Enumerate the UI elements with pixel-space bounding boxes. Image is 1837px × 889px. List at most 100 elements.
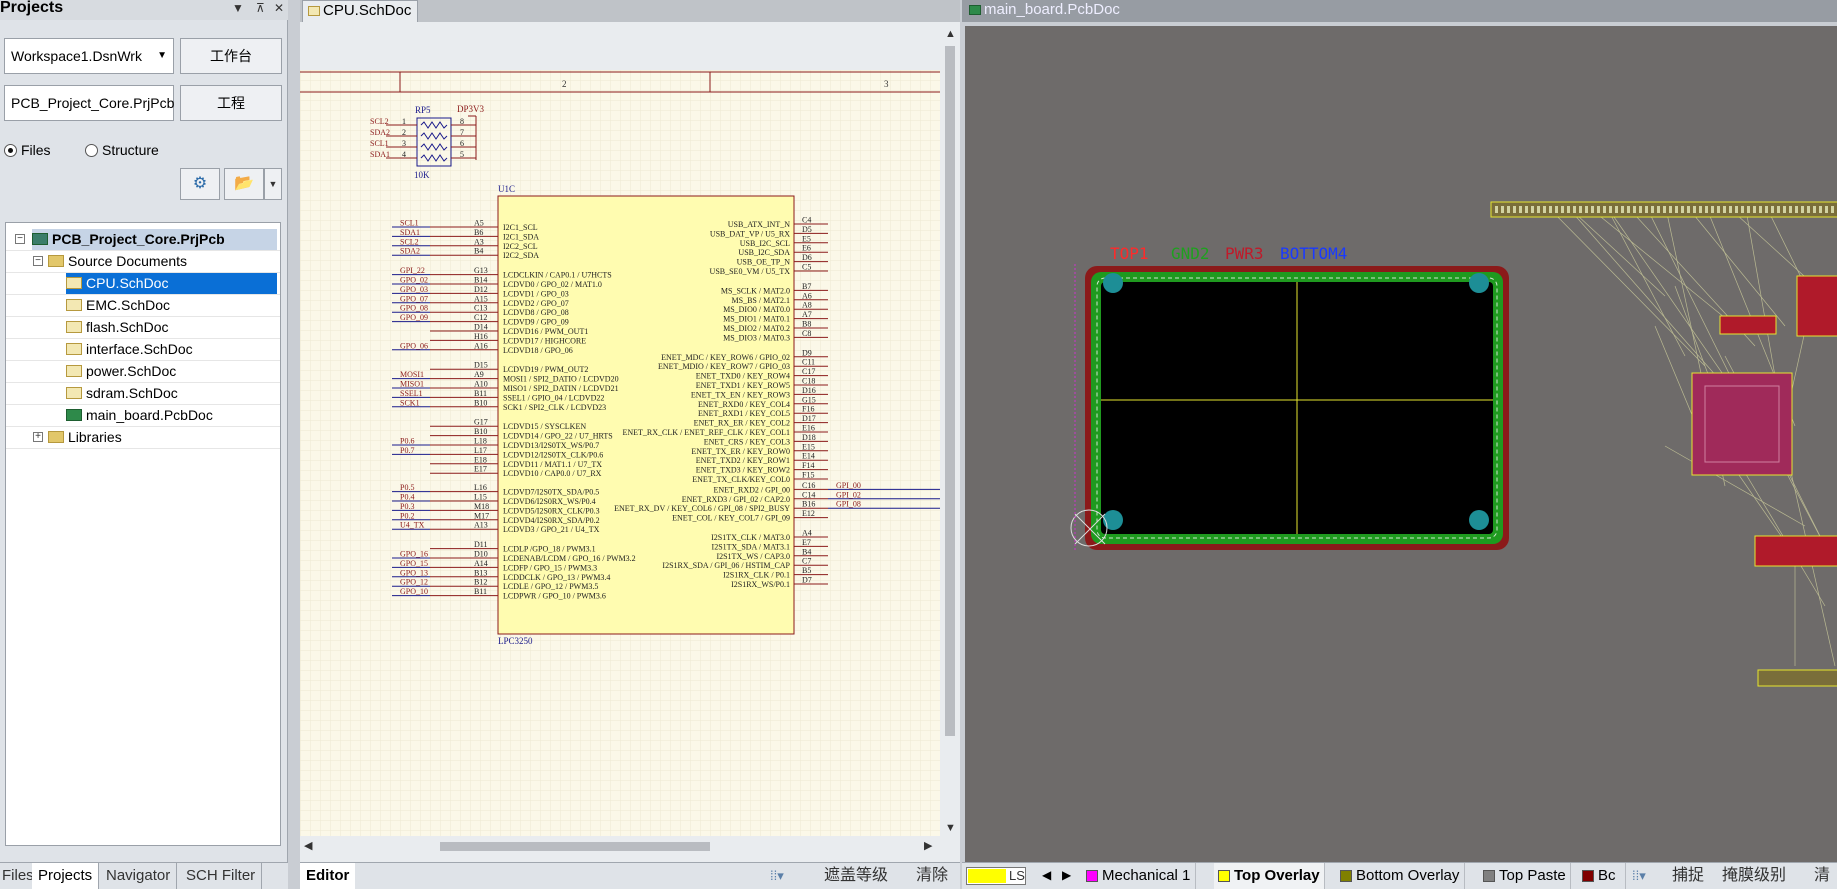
layer-tab-mechanical-1[interactable]: Mechanical 1 [1082, 863, 1196, 889]
project-button[interactable]: 工程 [180, 85, 282, 121]
pcb-component-ic[interactable] [1691, 372, 1793, 476]
pcb-component-array[interactable] [1754, 535, 1837, 567]
pin-number: 1 [402, 117, 406, 126]
row-divider [6, 250, 280, 251]
net-label: SCK1 [400, 398, 420, 407]
pcb-component-connector[interactable] [1796, 275, 1837, 337]
tree-project-root[interactable]: PCB_Project_Core.PrjPcb [32, 229, 277, 250]
files-radio[interactable]: Files [4, 141, 51, 159]
pin-name: I2S1TX_CLK / MAT3.0 [711, 533, 790, 542]
mask-level-button[interactable]: 掩膜级别 [1722, 863, 1786, 889]
pin-number: E5 [802, 234, 811, 243]
tab-projects[interactable]: Projects [32, 863, 100, 889]
pin-number: C16 [802, 481, 815, 490]
net-label: SDA1 [370, 150, 390, 159]
tree-document-label: power.SchDoc [86, 363, 177, 379]
schematic-doc-icon [66, 365, 82, 377]
pin-name: ENET_MDC / KEY_ROW6 / GPIO_02 [661, 353, 790, 362]
schematic-canvas[interactable]: 2 3 RP5 DP3V3 10K SCL2 1 8 SDA2 2 7 SCL1 3 6 SDA1… [300, 70, 940, 836]
mounting-hole[interactable] [1469, 510, 1489, 530]
pcb-component-resistor-array[interactable] [1719, 315, 1777, 335]
pcb-connector-bottom[interactable] [1757, 669, 1837, 687]
tree-document-interface[interactable]: interface.SchDoc [66, 339, 193, 360]
pin-name: ENET_TXD1 / KEY_ROW5 [696, 381, 790, 390]
net-label: U4_TX [400, 521, 425, 530]
mounting-hole[interactable] [1103, 273, 1123, 293]
scroll-down-icon[interactable]: ▼ [945, 822, 956, 834]
project-field[interactable]: PCB_Project_Core.PrjPcb [4, 85, 174, 121]
pin-name: LCDVD13/I2S0TX_WS/P0.7 [503, 441, 599, 450]
net-label: GPO_03 [400, 285, 428, 294]
panel-close-icon[interactable]: ✕ [274, 1, 284, 15]
open-folder-dropdown[interactable]: ▼ [264, 168, 282, 200]
tree-document-label: sdram.SchDoc [86, 385, 178, 401]
pin-number: E12 [802, 509, 815, 518]
pin-name: ENET_TX_CLK/KEY_COL0 [692, 475, 790, 484]
workspace-select[interactable]: Workspace1.DsnWrk ▼ [4, 38, 174, 74]
scroll-thumb[interactable] [440, 842, 710, 851]
tree-document-cpu[interactable]: CPU.SchDoc [66, 273, 277, 294]
pin-number: D16 [802, 386, 816, 395]
layer-tab-bottom-overlay[interactable]: Bottom Overlay [1336, 863, 1465, 889]
scroll-up-icon[interactable]: ▲ [945, 28, 956, 40]
project-icon [32, 233, 48, 245]
tree-document-flash[interactable]: flash.SchDoc [66, 317, 168, 338]
workspace-button[interactable]: 工作台 [180, 38, 282, 74]
workspace-options-button[interactable]: ⚙ [180, 168, 220, 200]
scroll-right-icon[interactable]: ▶ [924, 839, 932, 852]
schematic-vertical-scrollbar[interactable]: ▲ ▼ [942, 26, 958, 836]
pin-name: USB_I2C_SDA [738, 248, 790, 257]
tree-document-power[interactable]: power.SchDoc [66, 361, 176, 382]
mounting-hole[interactable] [1469, 273, 1489, 293]
current-layer-indicator[interactable]: LS [966, 867, 1026, 885]
filter-icon[interactable]: ⁞⁞▾ [1632, 863, 1646, 889]
connector-pad [1651, 206, 1654, 213]
structure-radio[interactable]: Structure [85, 141, 159, 159]
panel-menu-icon[interactable]: ▼ [232, 1, 244, 15]
collapse-icon[interactable]: − [15, 234, 25, 244]
tree-document-emc[interactable]: EMC.SchDoc [66, 295, 170, 316]
pin-number: C5 [802, 263, 811, 272]
layer-next-icon[interactable]: ▶ [1062, 868, 1071, 882]
expand-icon[interactable]: + [33, 432, 43, 442]
tab-navigator[interactable]: Navigator [100, 863, 178, 889]
connector-pad [1543, 206, 1546, 213]
schematic-horizontal-scrollbar[interactable]: ◀ ▶ [300, 838, 940, 854]
collapse-icon[interactable]: − [33, 256, 43, 266]
filter-icon[interactable]: ⁞⁞▾ [770, 863, 784, 889]
clear-button[interactable]: 清除 [916, 863, 948, 889]
layer-tab-top-paste[interactable]: Top Paste [1479, 863, 1571, 889]
snap-button[interactable]: 捕捉 [1672, 863, 1704, 889]
layer-prev-icon[interactable]: ◀ [1042, 868, 1051, 882]
layer-tab-top-overlay[interactable]: Top Overlay [1214, 863, 1325, 889]
layer-tab-bottom[interactable]: Bc [1578, 863, 1626, 889]
pin-number: C17 [802, 367, 815, 376]
editor-tab[interactable]: Editor [300, 863, 356, 889]
folder-icon [48, 431, 64, 443]
pin-name: I2C1_SCL [503, 223, 538, 232]
net-label: SDA1 [400, 228, 420, 237]
tree-libraries[interactable]: Libraries [48, 427, 122, 448]
pin-number: D6 [802, 253, 812, 262]
tree-document-main-board[interactable]: main_board.PcbDoc [66, 405, 213, 426]
tree-document-sdram[interactable]: sdram.SchDoc [66, 383, 178, 404]
pin-number: E14 [802, 452, 815, 461]
pin-number: E6 [802, 244, 811, 253]
connector-pad [1741, 206, 1744, 213]
open-folder-button[interactable]: 📂 [224, 168, 264, 200]
scroll-left-icon[interactable]: ◀ [304, 839, 312, 852]
tab-cpu-schdoc[interactable]: CPU.SchDoc [302, 0, 419, 22]
clear-button[interactable]: 清 [1814, 863, 1830, 889]
layer-color-swatch [1483, 870, 1495, 882]
mounting-hole[interactable] [1103, 510, 1123, 530]
pin-number: M17 [474, 511, 489, 520]
pin-number: A8 [802, 301, 812, 310]
tab-sch-filter[interactable]: SCH Filter [180, 863, 263, 889]
pcb-canvas[interactable]: TOP1 GND2 PWR3 BOTTOM4 [962, 26, 1837, 862]
scroll-thumb[interactable] [945, 46, 955, 736]
mask-level-button[interactable]: 遮盖等级 [824, 863, 888, 889]
tab-main-board-pcbdoc[interactable]: main_board.PcbDoc [964, 0, 1126, 22]
panel-pin-icon[interactable]: ⊼ [256, 1, 265, 15]
sheet-column-label: 2 [562, 79, 567, 89]
tree-source-documents[interactable]: Source Documents [48, 251, 187, 272]
